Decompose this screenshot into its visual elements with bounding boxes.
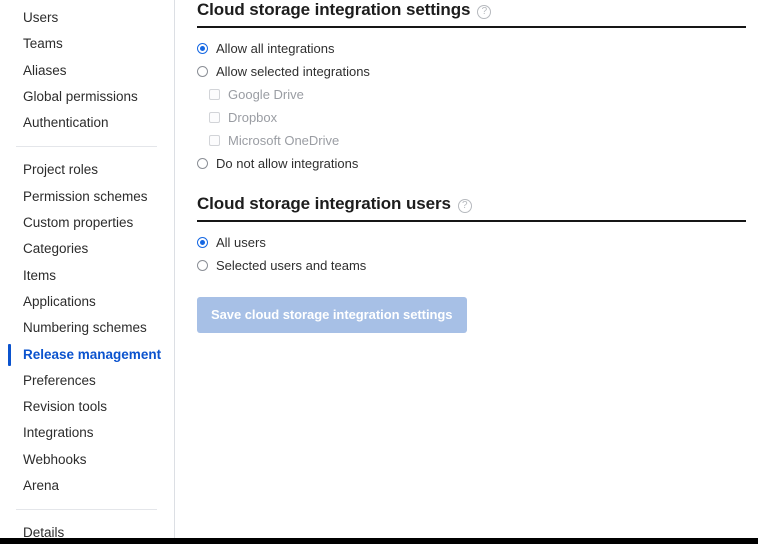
sidebar-item-label: Authentication xyxy=(23,115,109,131)
sidebar-item-label: Custom properties xyxy=(23,215,134,231)
cloud-storage-integration-users-section: Cloud storage integration users ? All us… xyxy=(197,194,752,277)
sidebar-item-label: Revision tools xyxy=(23,399,108,415)
sidebar-item-label: Integrations xyxy=(23,425,94,441)
radio-unchecked-icon[interactable] xyxy=(197,158,208,169)
sidebar-item-authentication[interactable]: Authentication xyxy=(0,110,174,136)
sidebar-item-label: Numbering schemes xyxy=(23,320,147,336)
radio-option-allow-selected-integrations[interactable]: Allow selected integrations xyxy=(197,60,752,83)
option-label: Allow all integrations xyxy=(216,41,335,56)
sidebar-item-users[interactable]: Users xyxy=(0,5,174,31)
radio-checked-icon[interactable] xyxy=(197,237,208,248)
settings-sidebar: Users Teams Aliases Global permissions Authe… xyxy=(0,0,175,540)
page-title: Cloud storage integration settings xyxy=(197,0,471,19)
sidebar-item-webhooks[interactable]: Webhooks xyxy=(0,447,174,473)
radio-option-selected-users-and-teams[interactable]: Selected users and teams xyxy=(197,254,752,277)
section-divider xyxy=(197,26,746,28)
sidebar-item-label: Users xyxy=(23,10,59,25)
sidebar-item-custom-properties[interactable]: Custom properties xyxy=(0,210,174,236)
radio-checked-icon[interactable] xyxy=(197,43,208,54)
cloud-storage-integration-settings-section: Cloud storage integration settings ? All… xyxy=(197,0,752,175)
sidebar-item-release-management[interactable]: Release management xyxy=(0,342,174,368)
sidebar-item-categories[interactable]: Categories xyxy=(0,236,174,262)
radio-option-do-not-allow-integrations[interactable]: Do not allow integrations xyxy=(197,152,752,175)
sidebar-item-integrations[interactable]: Integrations xyxy=(0,420,174,446)
radio-unchecked-icon[interactable] xyxy=(197,260,208,271)
bottom-bar xyxy=(0,538,758,544)
sidebar-item-numbering-schemes[interactable]: Numbering schemes xyxy=(0,315,174,341)
radio-unchecked-icon[interactable] xyxy=(197,66,208,77)
option-label: Google Drive xyxy=(228,87,304,102)
sidebar-item-label: Aliases xyxy=(23,62,67,78)
integration-options-list: Allow all integrations Allow selected int… xyxy=(197,37,752,175)
checkbox-option-google-drive: Google Drive xyxy=(197,83,752,106)
sidebar-divider xyxy=(16,146,157,148)
checkbox-unchecked-icon xyxy=(209,112,220,123)
sidebar-item-label: Release management xyxy=(23,346,162,362)
section-header-users: Cloud storage integration users ? xyxy=(197,194,752,214)
sidebar-group: Users Teams Aliases Global permissions Authe… xyxy=(0,5,174,136)
radio-option-allow-all-integrations[interactable]: Allow all integrations xyxy=(197,37,752,60)
sidebar-item-project-roles[interactable]: Project roles xyxy=(0,157,174,183)
sidebar-item-permission-schemes[interactable]: Permission schemes xyxy=(0,184,174,210)
sidebar-item-aliases[interactable]: Aliases xyxy=(0,58,174,84)
sidebar-item-label: Items xyxy=(23,267,57,283)
sidebar-item-preferences[interactable]: Preferences xyxy=(0,368,174,394)
option-label: All users xyxy=(216,235,266,250)
sidebar-item-label: Project roles xyxy=(23,162,99,178)
option-label: Do not allow integrations xyxy=(216,156,359,171)
users-section-title: Cloud storage integration users xyxy=(197,194,451,213)
sidebar-item-revision-tools[interactable]: Revision tools xyxy=(0,394,174,420)
radio-option-all-users[interactable]: All users xyxy=(197,231,752,254)
sidebar-item-label: Teams xyxy=(23,36,63,52)
checkbox-unchecked-icon xyxy=(209,89,220,100)
section-divider xyxy=(197,220,746,222)
option-label: Microsoft OneDrive xyxy=(228,133,340,148)
checkbox-option-microsoft-onedrive: Microsoft OneDrive xyxy=(197,129,752,152)
sidebar-divider xyxy=(16,509,157,511)
sidebar-item-label: Global permissions xyxy=(23,88,138,104)
sidebar-item-teams[interactable]: Teams xyxy=(0,31,174,57)
save-cloud-storage-integration-settings-button[interactable]: Save cloud storage integration settings xyxy=(197,297,467,333)
option-label: Dropbox xyxy=(228,110,278,125)
checkbox-option-dropbox: Dropbox xyxy=(197,106,752,129)
sidebar-group: Project roles Permission schemes Custom pr… xyxy=(0,157,174,499)
checkbox-unchecked-icon xyxy=(209,135,220,146)
help-icon[interactable]: ? xyxy=(457,198,472,213)
sidebar-item-arena[interactable]: Arena xyxy=(0,473,174,499)
sidebar-item-label: Webhooks xyxy=(23,451,87,467)
sidebar-item-label: Categories xyxy=(23,241,89,257)
active-indicator xyxy=(8,343,11,366)
option-label: Allow selected integrations xyxy=(216,64,370,79)
sidebar-item-label: Permission schemes xyxy=(23,188,148,204)
sidebar-item-label: Preferences xyxy=(23,372,96,388)
sidebar-item-label: Applications xyxy=(23,293,96,309)
sidebar-item-label: Arena xyxy=(23,478,60,494)
sidebar-item-global-permissions[interactable]: Global permissions xyxy=(0,84,174,110)
section-header: Cloud storage integration settings ? xyxy=(197,0,752,20)
option-label: Selected users and teams xyxy=(216,258,367,273)
users-options-list: All users Selected users and teams xyxy=(197,231,752,277)
sidebar-item-applications[interactable]: Applications xyxy=(0,289,174,315)
settings-content: Cloud storage integration settings ? All… xyxy=(175,0,758,538)
settings-page: Users Teams Aliases Global permissions Authe… xyxy=(0,0,758,540)
help-icon[interactable]: ? xyxy=(477,4,492,19)
sidebar-item-items[interactable]: Items xyxy=(0,263,174,289)
